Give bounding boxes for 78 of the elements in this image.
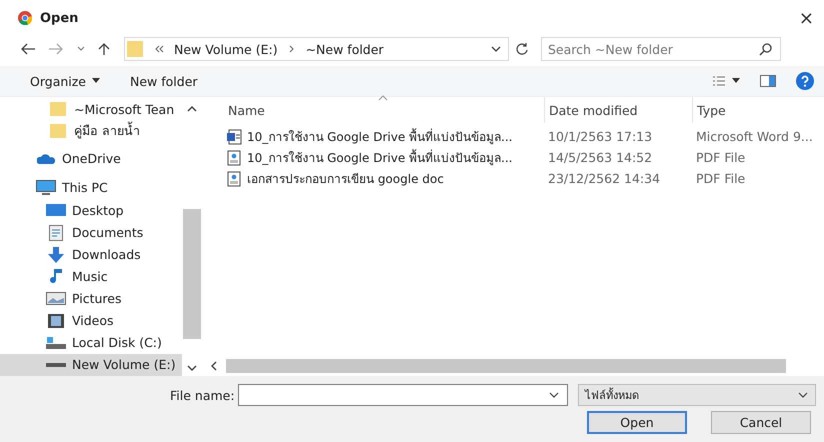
pdf-document-icon bbox=[226, 150, 242, 166]
caret-icon bbox=[797, 391, 809, 399]
down-arrow-icon bbox=[48, 246, 64, 263]
organize-button[interactable]: Organize bbox=[26, 72, 104, 90]
scroll-left-icon bbox=[210, 361, 218, 371]
window-title: Open bbox=[40, 10, 78, 26]
file-name[interactable]: 10_การใช้งาน Google Drive พื้นที่แบ่งปันข้อมูล... bbox=[247, 127, 512, 146]
file-name[interactable]: เอกสารประกอบการเขียน google doc bbox=[247, 169, 444, 188]
type-cell-text: PDF File bbox=[695, 150, 746, 165]
chevrons-icon bbox=[154, 45, 164, 53]
date-cell-text: 10/1/2563 17:13 bbox=[547, 129, 654, 144]
chrome-logo-icon bbox=[18, 11, 32, 25]
music-note-icon bbox=[50, 268, 62, 285]
navigation-item[interactable]: Desktop bbox=[0, 199, 182, 222]
navigation-item[interactable]: Pictures bbox=[0, 288, 182, 310]
file-name-field[interactable] bbox=[238, 384, 568, 406]
column-header[interactable]: Date modified bbox=[544, 97, 692, 123]
cloud-icon bbox=[37, 154, 55, 164]
date-cell-text: 23/12/2562 14:34 bbox=[547, 171, 662, 186]
cancel-button[interactable]: Cancel bbox=[711, 411, 811, 434]
search-field[interactable]: Search ~New folder bbox=[541, 37, 781, 61]
word-document-icon bbox=[226, 128, 242, 144]
folder-icon bbox=[126, 40, 144, 58]
open-button[interactable]: Open bbox=[587, 411, 687, 434]
type-cell-text: Microsoft Word 9... bbox=[695, 129, 812, 144]
monitor-icon bbox=[36, 180, 56, 196]
monitor-icon bbox=[46, 204, 66, 216]
caret-icon bbox=[76, 45, 86, 53]
film-icon bbox=[48, 314, 64, 328]
refresh-icon bbox=[515, 42, 529, 56]
file-name[interactable]: 10_การใช้งาน Google Drive พื้นที่แบ่งปันข้อมูล... bbox=[247, 148, 512, 167]
scrollbar-thumb[interactable] bbox=[226, 359, 786, 373]
navigation-item[interactable]: Downloads bbox=[0, 244, 182, 266]
navigation-item[interactable]: Music bbox=[0, 266, 182, 288]
caret-icon bbox=[92, 78, 100, 84]
type-cell-text: PDF File bbox=[695, 171, 746, 186]
address-field[interactable]: New Volume (E:) ~New folder bbox=[124, 37, 509, 61]
scroll-up-icon bbox=[187, 105, 197, 113]
navigation-item[interactable]: ~Microsoft Tean bbox=[0, 98, 182, 120]
navigation-item[interactable]: Local Disk (C:) bbox=[0, 332, 182, 354]
help-icon bbox=[796, 72, 814, 90]
document-icon bbox=[49, 224, 63, 241]
sort-caret-icon bbox=[378, 95, 388, 101]
help-button[interactable] bbox=[794, 70, 816, 92]
folder-icon bbox=[50, 124, 66, 138]
navigation-item[interactable]: OneDrive bbox=[0, 147, 182, 171]
column-header[interactable]: Name bbox=[226, 97, 544, 123]
close-button[interactable]: × bbox=[796, 8, 816, 28]
caret-icon bbox=[732, 78, 740, 84]
column-header[interactable]: Type bbox=[692, 97, 812, 123]
navigation-item[interactable]: คู่มือ ลายน้ำ bbox=[0, 120, 182, 142]
scrollbar-thumb[interactable] bbox=[183, 209, 201, 339]
preview-pane-button[interactable] bbox=[758, 73, 778, 89]
drive-icon bbox=[46, 362, 66, 367]
navigation-item[interactable]: Videos bbox=[0, 310, 182, 332]
picture-icon bbox=[46, 292, 66, 306]
chevron-icon bbox=[288, 45, 296, 53]
list-view-icon bbox=[712, 75, 726, 87]
scroll-down-icon bbox=[187, 364, 197, 372]
caret-icon bbox=[548, 391, 560, 399]
drive-icon bbox=[46, 336, 66, 349]
back-arrow-icon bbox=[20, 43, 36, 55]
folder-icon bbox=[50, 102, 66, 116]
new-folder-button[interactable]: New folder bbox=[126, 72, 202, 90]
caret-icon bbox=[490, 45, 502, 53]
search-icon bbox=[759, 42, 773, 56]
up-arrow-icon bbox=[98, 42, 110, 56]
file-name-label: File name: bbox=[170, 388, 236, 402]
pdf-document-icon bbox=[226, 170, 242, 186]
navigation-item[interactable]: Documents bbox=[0, 222, 182, 244]
file-type-dropdown[interactable]: ไฟล์ทั้งหมด bbox=[578, 384, 816, 406]
forward-arrow-icon bbox=[48, 43, 64, 55]
navigation-item[interactable]: This PC bbox=[0, 176, 182, 200]
pane-icon bbox=[760, 75, 776, 87]
path-segment[interactable]: New Volume (E:) bbox=[174, 42, 278, 56]
navigation-item[interactable]: New Volume (E:) bbox=[0, 354, 182, 376]
path-segment[interactable]: ~New folder bbox=[306, 42, 384, 56]
date-cell-text: 14/5/2563 14:52 bbox=[547, 150, 654, 165]
